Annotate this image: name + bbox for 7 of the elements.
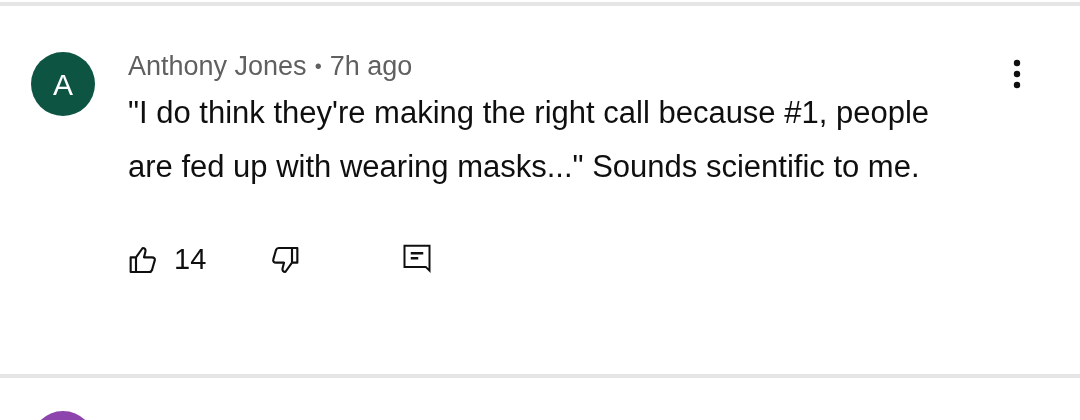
avatar[interactable]: A <box>31 52 95 116</box>
comment-text: "I do think they're making the right call because #1, people are fed up with wearing masks..." Sounds scientific to me. <box>128 94 931 186</box>
author-name[interactable]: Anthony Jones <box>128 48 307 84</box>
like-button[interactable]: 14 <box>128 238 207 282</box>
separator: • <box>314 54 322 79</box>
timestamp: 7h ago <box>329 50 413 83</box>
kebab-menu-icon <box>1013 59 1021 89</box>
